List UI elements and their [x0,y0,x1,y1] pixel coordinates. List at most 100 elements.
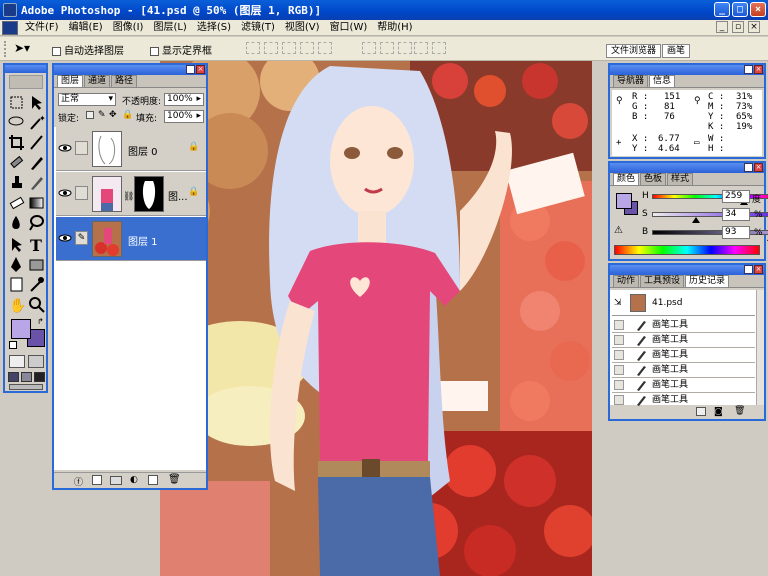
panel-close-button[interactable]: × [196,65,205,74]
layer-row[interactable]: 图层 0 🔒 [56,127,206,171]
align-vcenter-icon[interactable] [264,42,278,54]
align-top-icon[interactable] [246,42,260,54]
path-selection-tool-icon[interactable] [7,235,26,254]
saturation-slider[interactable] [652,212,768,217]
tab-color[interactable]: 颜色 [613,173,640,185]
brightness-slider[interactable] [652,230,768,235]
eye-icon[interactable] [58,188,72,198]
distribute-bottom-icon[interactable] [398,42,412,54]
blend-mode-select[interactable]: 正常 ▾ [58,93,116,106]
dodge-tool-icon[interactable] [27,213,46,232]
new-layer-icon[interactable] [148,475,158,485]
tab-styles[interactable]: 样式 [667,173,694,185]
marquee-tool-icon[interactable] [7,93,26,112]
history-item[interactable]: 画笔工具 [612,348,755,363]
new-set-icon[interactable] [110,476,122,485]
color-ramp[interactable] [614,245,760,255]
panel-close-button[interactable]: × [754,163,763,172]
panel-minimize-button[interactable] [744,265,753,274]
minimize-button[interactable]: _ [714,2,730,17]
tab-paths[interactable]: 路径 [111,75,138,87]
type-tool-icon[interactable]: T [27,235,46,255]
lock-transparency-icon[interactable] [86,111,94,119]
fullscreen-menu-mode-icon[interactable] [21,372,32,382]
blur-tool-icon[interactable] [7,213,26,232]
menu-filter[interactable]: 滤镜(T) [236,21,280,35]
distribute-right-icon[interactable] [432,42,446,54]
notes-tool-icon[interactable] [7,275,26,294]
menu-edit[interactable]: 编辑(E) [64,21,108,35]
s-input[interactable]: 34 [722,208,750,221]
default-colors-icon[interactable] [9,341,17,349]
standard-mode-icon[interactable] [9,355,25,368]
layer-style-icon[interactable]: ⓕ [74,475,83,488]
tab-tool-presets[interactable]: 工具预设 [640,275,685,287]
color-fg-swatch[interactable] [616,193,632,209]
chain-icon[interactable]: ⛓ [123,192,134,202]
new-document-icon[interactable] [696,407,706,416]
lasso-tool-icon[interactable] [7,113,26,132]
magic-wand-tool-icon[interactable]: ✦ [27,113,46,132]
tab-channels[interactable]: 通道 [84,75,111,87]
clone-stamp-tool-icon[interactable] [7,173,26,192]
history-item[interactable]: 画笔工具 [612,318,755,333]
eraser-tool-icon[interactable] [7,193,26,212]
history-item[interactable]: 画笔工具 [612,333,755,348]
pen-tool-icon[interactable] [7,255,26,274]
panel-minimize-button[interactable] [744,65,753,74]
menu-file[interactable]: 文件(F) [20,21,64,35]
link-box[interactable] [75,141,88,155]
brush-tool-icon[interactable] [27,153,46,172]
doc-minimize-button[interactable]: _ [716,21,728,33]
healing-brush-tool-icon[interactable] [7,153,26,172]
lock-all-icon[interactable]: 🔒 [122,110,133,120]
tab-history[interactable]: 历史记录 [685,275,730,287]
file-browser-tab[interactable]: 文件浏览器 [606,44,662,58]
trash-icon[interactable]: 🗑 [734,406,745,416]
hue-slider[interactable] [652,194,768,199]
move-tool-icon[interactable] [27,93,46,112]
link-box[interactable] [75,186,88,200]
auto-select-checkbox[interactable]: 自动选择图层 [52,42,124,57]
rectangle-tool-icon[interactable] [27,255,46,274]
history-state-icon[interactable]: ⇲ [614,298,622,308]
slice-tool-icon[interactable] [27,133,46,152]
fill-input[interactable]: 100% ▸ [164,110,204,123]
quick-mask-mode-icon[interactable] [28,355,44,368]
zoom-tool-icon[interactable] [27,295,46,314]
menu-image[interactable]: 图像(I) [108,21,149,35]
eye-icon[interactable] [58,233,72,243]
panel-minimize-button[interactable] [186,65,195,74]
saturation-slider-knob[interactable] [691,217,700,223]
foreground-color-swatch[interactable] [11,319,31,339]
h-input[interactable]: 259 [722,190,750,203]
lock-image-icon[interactable]: ✎ [98,110,106,120]
hand-tool-icon[interactable]: ✋ [7,295,26,314]
eye-icon[interactable] [58,143,72,153]
tab-navigator[interactable]: 导航器 [613,75,649,87]
show-bounds-checkbox[interactable]: 显示定界框 [150,42,212,57]
adobe-online-icon[interactable] [9,75,43,89]
distribute-top-icon[interactable] [362,42,376,54]
gradient-tool-icon[interactable] [27,193,46,212]
distribute-vcenter-icon[interactable] [380,42,394,54]
doc-close-button[interactable]: × [748,21,760,33]
align-hcenter-icon[interactable] [318,42,332,54]
history-item[interactable]: 画笔工具 [612,363,755,378]
add-mask-icon[interactable] [92,475,102,485]
standard-screen-mode-icon[interactable] [8,372,19,382]
trash-icon[interactable]: 🗑 [168,474,181,485]
layer-row-selected[interactable]: ✎ 图层 1 [56,217,206,261]
crop-tool-icon[interactable] [7,133,26,152]
doc-restore-button[interactable]: ▫ [732,21,744,33]
document-canvas[interactable] [160,61,592,576]
b-input[interactable]: 93 [722,226,750,239]
adjustment-layer-icon[interactable]: ◐ [130,475,138,485]
jump-to-imageready-icon[interactable] [9,384,43,390]
snapshot-camera-icon[interactable]: ◙ [714,407,723,417]
menu-help[interactable]: 帮助(H) [372,21,417,35]
lock-position-icon[interactable]: ✥ [109,110,117,120]
fullscreen-mode-icon[interactable] [34,372,45,382]
tab-layers[interactable]: 图层 [57,75,84,87]
maximize-button[interactable]: □ [732,2,748,17]
